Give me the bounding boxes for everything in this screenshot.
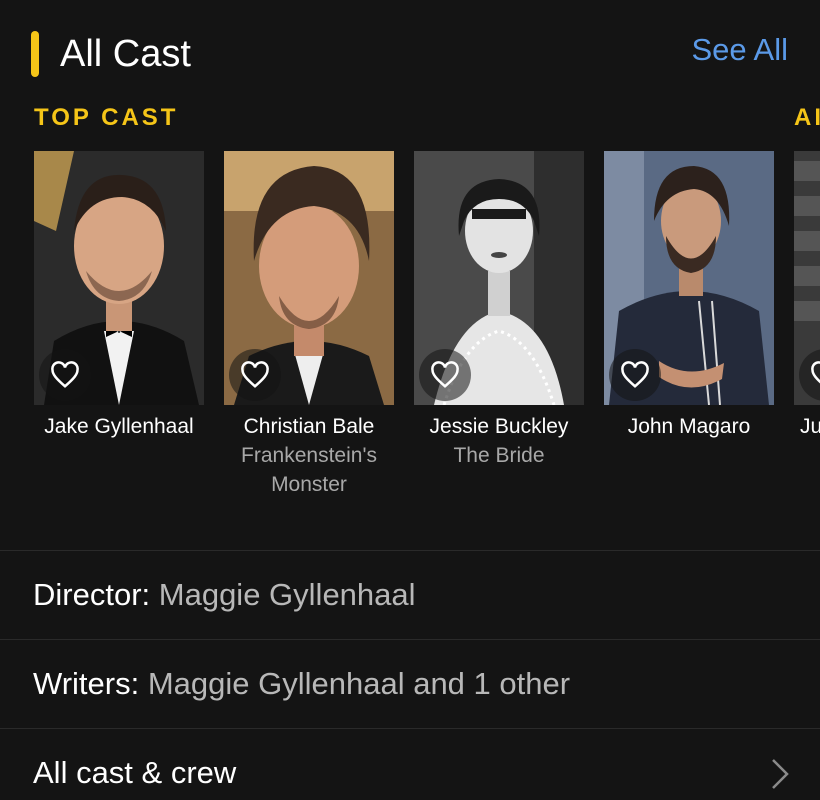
heart-icon [431,361,459,388]
cast-card[interactable]: Jake Gyllenhaal [34,151,204,441]
cast-photo[interactable] [34,151,204,405]
cast-card[interactable]: Christian Bale Frankenstein's Monster [224,151,394,499]
cast-name[interactable]: John Magaro [604,413,774,441]
section-title: All Cast [60,33,191,75]
heart-icon [51,361,79,388]
cast-card[interactable]: John Magaro [604,151,774,441]
chevron-right-icon[interactable] [770,758,790,790]
cast-name[interactable]: Jessie Buckley [414,413,584,441]
cast-photo[interactable] [414,151,584,405]
heart-icon [241,361,269,388]
divider [0,728,820,729]
all-cast-crew-row[interactable]: All cast & crew [33,753,236,793]
writers-row[interactable]: Writers: Maggie Gyllenhaal and 1 other [33,664,570,704]
cast-name[interactable]: Ju [794,413,820,441]
director-label: Director: [33,577,151,612]
favorite-button[interactable] [609,349,661,401]
cast-photo[interactable] [224,151,394,405]
see-all-link[interactable]: See All [691,30,788,70]
top-cast-carousel[interactable]: Jake Gyllenhaal Christian Bale Frankenst… [34,151,820,511]
section-header: All Cast See All [0,0,820,100]
cast-photo[interactable] [604,151,774,405]
director-row[interactable]: Director: Maggie Gyllenhaal [33,575,416,615]
favorite-button[interactable] [419,349,471,401]
cast-photo[interactable] [794,151,820,405]
cast-role: Frankenstein's Monster [241,444,377,496]
next-section-heading-partial: AI [794,104,820,131]
heart-icon [811,361,820,384]
divider [0,639,820,640]
heart-icon [621,361,649,388]
favorite-button[interactable] [229,349,281,401]
top-cast-heading: TOP CAST [34,104,179,131]
divider [0,550,820,551]
cast-name[interactable]: Jake Gyllenhaal [34,413,204,441]
section-accent-bar [31,31,39,77]
cast-card[interactable]: Jessie Buckley The Bride [414,151,584,470]
director-value[interactable]: Maggie Gyllenhaal [159,577,416,612]
all-cast-crew-label[interactable]: All cast & crew [33,755,236,790]
favorite-button[interactable] [39,349,91,401]
writers-label: Writers: [33,666,140,701]
cast-card[interactable]: Ju [794,151,820,441]
cast-name[interactable]: Christian Bale [224,413,394,441]
writers-value[interactable]: Maggie Gyllenhaal and 1 other [148,666,570,701]
cast-role: The Bride [453,444,545,467]
